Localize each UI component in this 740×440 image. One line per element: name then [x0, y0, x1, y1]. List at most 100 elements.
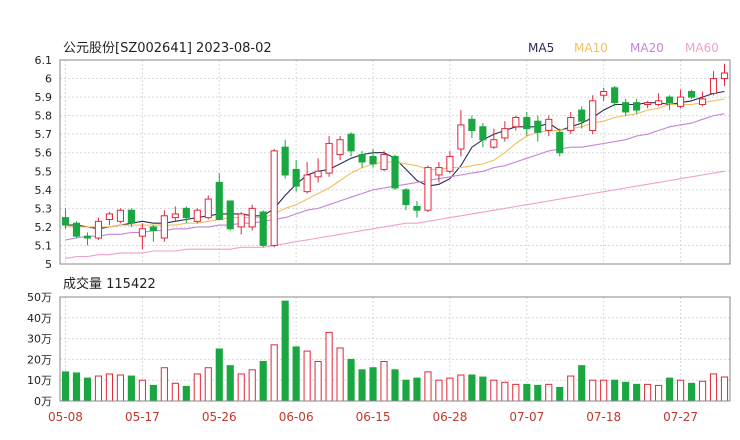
legend-ma5: MA5 [528, 41, 554, 55]
volume-bar [105, 373, 114, 402]
volume-bar [160, 367, 168, 402]
volume-bar [501, 381, 509, 402]
legend-ma20: MA20 [630, 41, 664, 55]
candle-up [424, 167, 432, 211]
volume-bar [523, 383, 531, 402]
volume-bar [468, 374, 476, 402]
candle-up [237, 213, 245, 228]
candle-up [303, 174, 311, 193]
volume-bar [380, 360, 388, 402]
candle-down [391, 155, 399, 189]
stock-chart: 公元股份[SZ002641] 2023-08-02 MA5 MA10 MA20 MA6… [27, 41, 731, 424]
volume-bar [457, 374, 465, 402]
candle-down [633, 102, 641, 111]
volume-bar [281, 300, 289, 402]
candle-up [644, 102, 652, 106]
volume-y-axis: 50万 40万 30万 20万 10万 0万 [27, 291, 52, 408]
volume-bar [578, 365, 586, 402]
candle-down [215, 181, 223, 220]
candle-down [534, 120, 542, 133]
volume-bar [204, 367, 212, 402]
chart-title: 公元股份[SZ002641] 2023-08-02 [63, 41, 272, 56]
price-tick-label: 5.2 [35, 221, 53, 234]
volume-bar [325, 331, 333, 402]
candle-down [369, 155, 377, 165]
volume-bar [655, 384, 663, 402]
candle-up [589, 100, 597, 131]
volume-bar [556, 386, 564, 402]
volume-bar [391, 369, 399, 402]
volume-bar [347, 358, 355, 402]
volume-bar [600, 379, 608, 402]
candle-up [138, 228, 146, 237]
date-tick-label: 07-27 [663, 410, 698, 424]
candle-down [578, 109, 586, 122]
candle-up [545, 118, 553, 131]
volume-bar [709, 373, 718, 402]
candle-down [149, 226, 157, 232]
date-tick-label: 07-07 [509, 410, 544, 424]
volume-bar [237, 373, 245, 402]
volume-bar [270, 344, 278, 402]
candle-down [226, 200, 234, 230]
volume-bar [83, 377, 92, 402]
volume-title: 成交量 115422 [63, 276, 156, 292]
candle-down [182, 207, 190, 219]
volume-bar [72, 372, 81, 402]
volume-bar [94, 375, 103, 402]
candle-up [709, 78, 718, 94]
price-y-axis: 6.1 6 5.9 5.8 5.7 5.6 5.5 5.4 5.3 5.2 5.1 5 [35, 54, 53, 271]
candle-up [698, 98, 707, 106]
volume-bar [358, 369, 366, 402]
price-tick-label: 5.6 [35, 147, 53, 160]
volume-bar [479, 376, 487, 402]
candle-down [402, 189, 410, 206]
candlesticks [61, 63, 729, 250]
volume-tick-label: 50万 [27, 291, 52, 304]
volume-bar [644, 383, 652, 402]
volume-bar [424, 371, 432, 402]
price-tick-label: 5.4 [35, 184, 53, 197]
candle-down [127, 209, 135, 224]
volume-bar [534, 384, 542, 402]
volume-bar [402, 379, 410, 402]
volume-tick-label: 40万 [27, 312, 52, 325]
candle-up [490, 139, 498, 148]
volume-bar [567, 375, 575, 402]
volume-bar [622, 381, 630, 402]
candle-down [72, 222, 81, 237]
volume-bar [259, 360, 267, 402]
candle-up [512, 116, 520, 128]
candle-up [567, 116, 575, 131]
candle-down [622, 102, 630, 113]
volume-bar [303, 350, 311, 402]
candle-down [611, 87, 619, 104]
volume-tick-label: 10万 [27, 374, 52, 387]
candle-up [171, 213, 179, 219]
volume-bar [138, 379, 146, 402]
volume-bar [248, 369, 256, 402]
volume-bar [127, 375, 135, 402]
volume-bar [611, 379, 619, 402]
volume-bar [413, 377, 421, 402]
candle-up [105, 213, 114, 220]
candle-down [347, 133, 355, 152]
candle-up [270, 150, 278, 246]
candle-up [204, 198, 212, 219]
volume-bar [314, 360, 322, 402]
legend: MA5 MA10 MA20 MA60 [528, 41, 719, 55]
candle-down [523, 116, 531, 130]
date-tick-label: 06-06 [279, 410, 314, 424]
volume-bar [687, 382, 696, 402]
price-tick-label: 5.5 [35, 165, 53, 178]
candle-down [556, 131, 564, 154]
volume-bar [512, 383, 520, 402]
candle-up [501, 128, 509, 139]
date-tick-label: 05-08 [48, 410, 83, 424]
candle-up [248, 207, 256, 228]
volume-bar [666, 377, 674, 402]
candle-down [468, 118, 476, 131]
date-tick-label: 07-18 [586, 410, 621, 424]
volume-bar [589, 379, 597, 402]
volume-bar [193, 373, 201, 402]
